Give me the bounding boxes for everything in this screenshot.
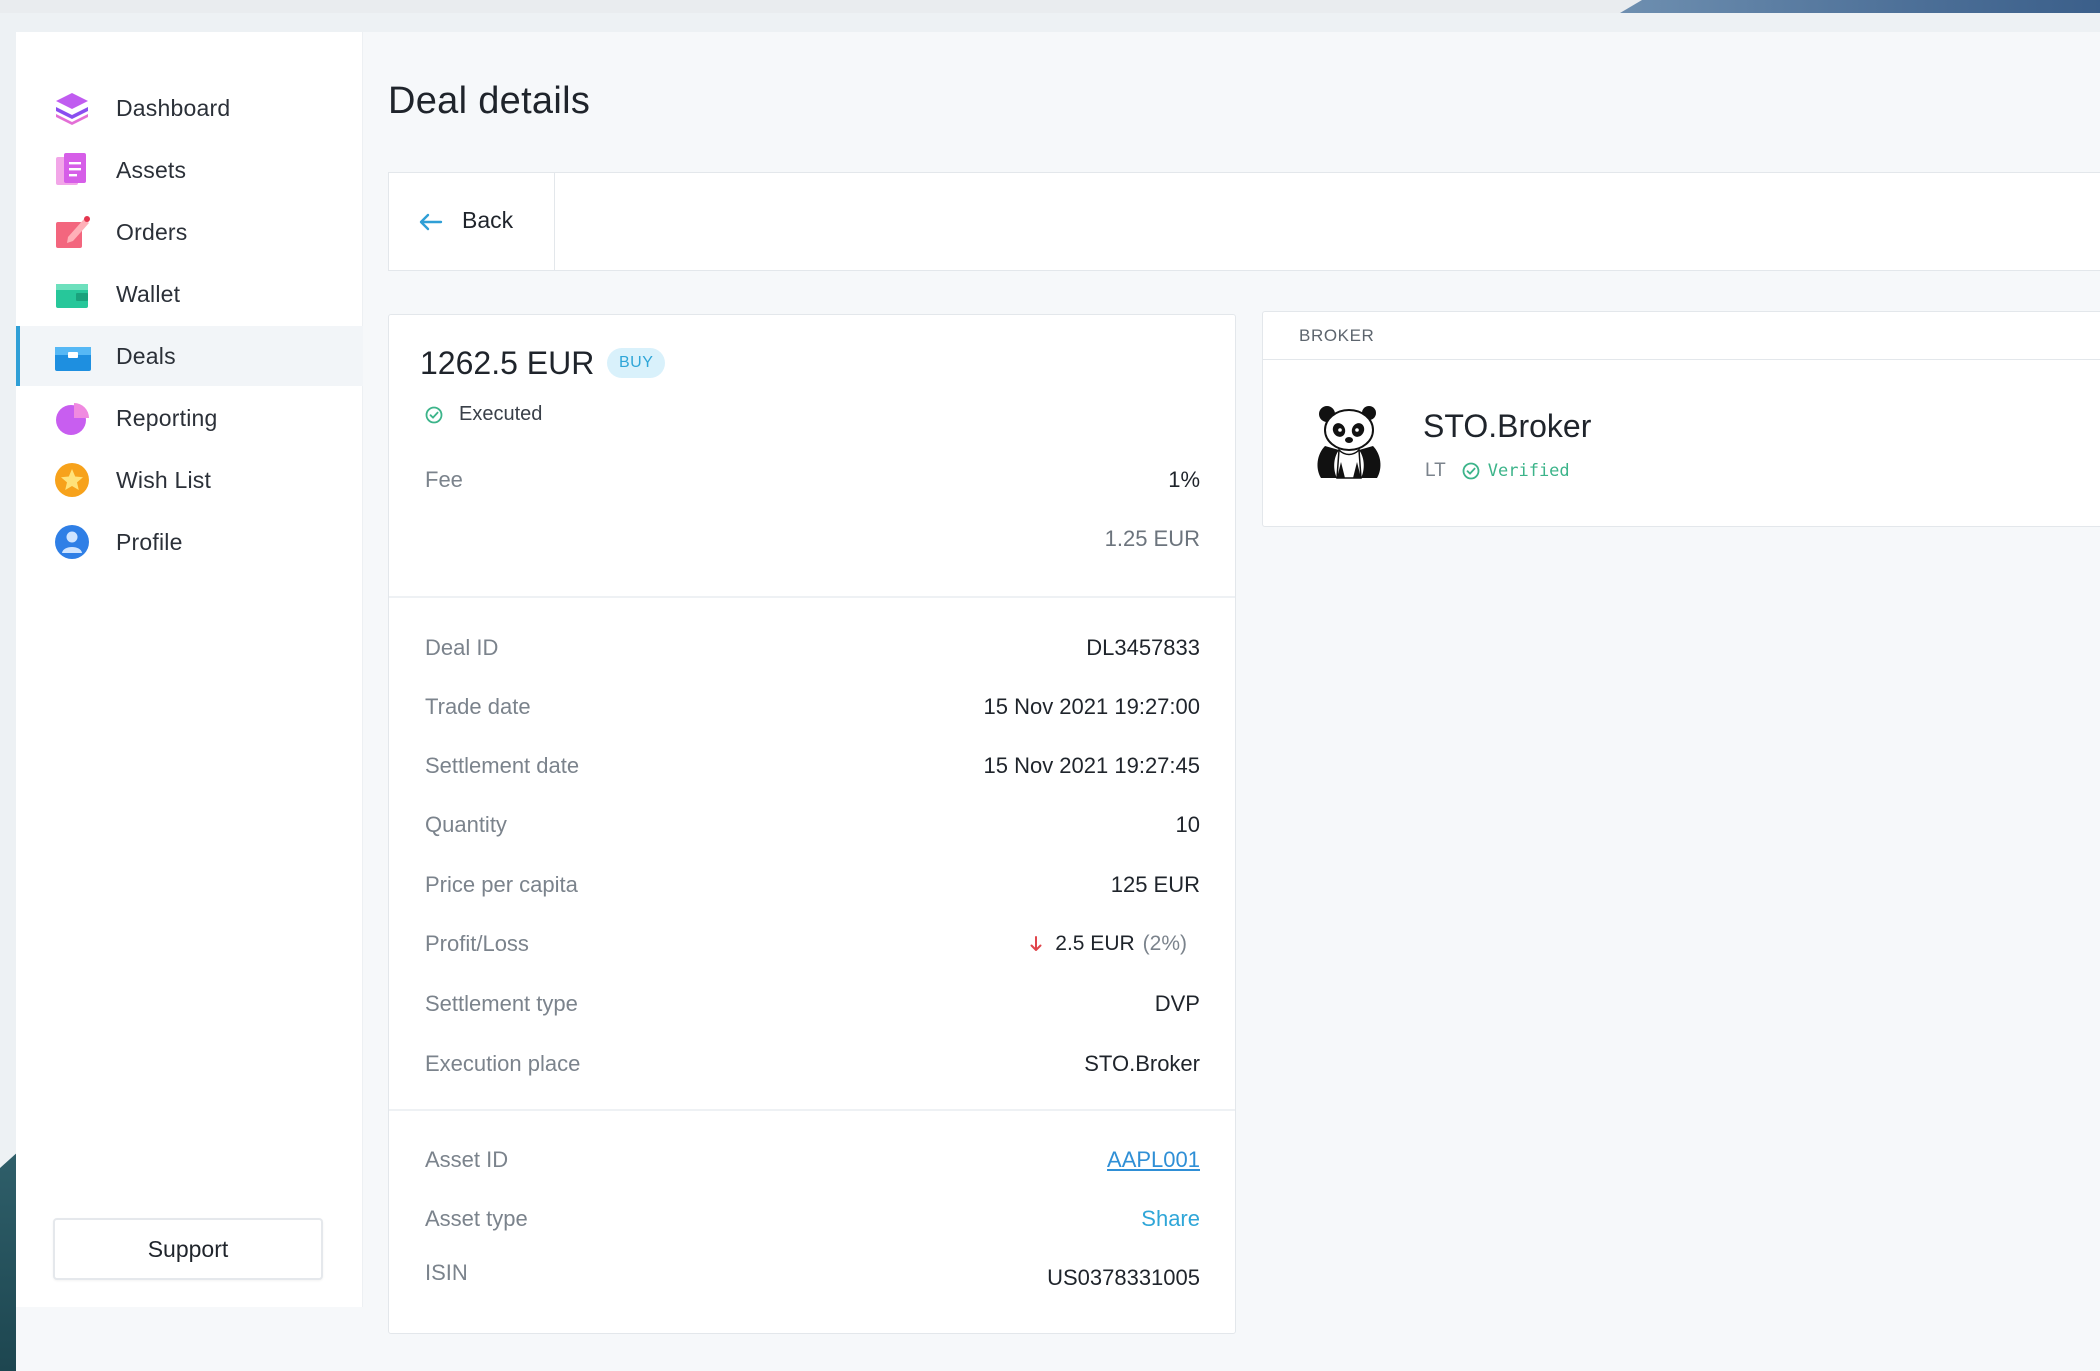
sidebar-item-label: Reporting bbox=[116, 404, 218, 431]
broker-header-label: BROKER bbox=[1299, 326, 1375, 345]
sidebar-item-label: Dashboard bbox=[116, 94, 231, 121]
sidebar-item-label: Assets bbox=[116, 156, 187, 183]
deal-card: 1262.5 EUR BUY Executed Fee 1% 1.25 EUR … bbox=[388, 314, 1236, 1334]
broker-name: STO.Broker bbox=[1423, 408, 1592, 444]
sidebar-item-profile[interactable]: Profile bbox=[16, 512, 363, 572]
fee-amount: 1.25 EUR bbox=[1104, 526, 1200, 551]
asset-type-value: Share bbox=[1141, 1206, 1200, 1231]
check-circle-icon bbox=[425, 406, 443, 423]
side-badge: BUY bbox=[607, 348, 666, 378]
status-text: Executed bbox=[459, 403, 543, 425]
asset-id-link[interactable]: AAPL001 bbox=[1107, 1147, 1200, 1173]
sidebar-item-label: Profile bbox=[116, 528, 183, 555]
layers-icon bbox=[56, 93, 88, 125]
settlement-date-label: Settlement date bbox=[425, 753, 580, 778]
quantity-label: Quantity bbox=[425, 812, 507, 837]
sidebar: Dashboard Assets Orders Wallet Deals Rep… bbox=[16, 32, 363, 1307]
sidebar-item-label: Orders bbox=[116, 218, 188, 245]
sidebar-item-wallet[interactable]: Wallet bbox=[16, 264, 363, 324]
sidebar-item-orders[interactable]: Orders bbox=[16, 202, 363, 262]
execution-place-value: STO.Broker bbox=[1084, 1051, 1200, 1076]
support-button[interactable]: Support bbox=[53, 1218, 323, 1280]
isin-value: US0378331005 bbox=[1047, 1265, 1200, 1290]
deal-status: Executed bbox=[425, 403, 542, 426]
settlement-date-value: 15 Nov 2021 19:27:45 bbox=[983, 753, 1200, 778]
wallet-icon bbox=[56, 284, 88, 308]
isin-label: ISIN bbox=[425, 1260, 468, 1285]
sidebar-item-label: Wish List bbox=[116, 466, 212, 493]
back-label: Back bbox=[462, 207, 514, 233]
sidebar-item-deals[interactable]: Deals bbox=[16, 326, 363, 386]
pie-chart-icon bbox=[56, 403, 89, 435]
trade-date-value: 15 Nov 2021 19:27:00 bbox=[983, 694, 1200, 719]
price-per-capita-label: Price per capita bbox=[425, 872, 578, 897]
divider bbox=[389, 596, 1235, 598]
asset-id-label: Asset ID bbox=[425, 1147, 509, 1172]
profit-loss-value: 2.5 EUR (2%) bbox=[1029, 932, 1187, 956]
broker-country: LT bbox=[1425, 460, 1446, 481]
toolbar: Back bbox=[388, 172, 2100, 271]
sidebar-item-assets[interactable]: Assets bbox=[16, 140, 363, 200]
profit-loss-percent: (2%) bbox=[1142, 932, 1187, 955]
profit-loss-amount: 2.5 EUR bbox=[1055, 932, 1135, 955]
deal-amount: 1262.5 EUR bbox=[420, 345, 595, 381]
execution-place-label: Execution place bbox=[425, 1051, 581, 1076]
panda-logo bbox=[1317, 406, 1381, 479]
asset-type-label: Asset type bbox=[425, 1206, 528, 1231]
price-per-capita-value: 125 EUR bbox=[1110, 872, 1200, 897]
deal-id-label: Deal ID bbox=[425, 635, 499, 660]
edit-note-icon bbox=[56, 216, 90, 248]
settlement-type-label: Settlement type bbox=[425, 991, 578, 1016]
sidebar-item-label: Wallet bbox=[116, 280, 181, 307]
sidebar-item-wish-list[interactable]: Wish List bbox=[16, 450, 363, 510]
user-icon bbox=[55, 525, 89, 559]
back-button[interactable]: Back bbox=[389, 173, 555, 270]
briefcase-icon bbox=[55, 347, 91, 371]
broker-meta: LT Verified bbox=[1425, 460, 1570, 482]
fee-percent: 1% bbox=[1168, 467, 1200, 492]
broker-card-header: BROKER bbox=[1263, 312, 2100, 360]
trade-date-label: Trade date bbox=[425, 694, 531, 719]
decorative-accent-top bbox=[1620, 0, 2100, 13]
verified-label: Verified bbox=[1487, 461, 1570, 481]
app-window: Dashboard Assets Orders Wallet Deals Rep… bbox=[16, 32, 2100, 1371]
sidebar-item-dashboard[interactable]: Dashboard bbox=[16, 78, 363, 138]
arrow-down-icon bbox=[1030, 936, 1042, 951]
settlement-type-value: DVP bbox=[1154, 991, 1200, 1016]
broker-card: BROKER STO.Broker LT Verified bbox=[1262, 311, 2100, 527]
sidebar-item-label: Deals bbox=[116, 342, 176, 369]
page-title: Deal details bbox=[388, 80, 591, 122]
quantity-value: 10 bbox=[1175, 812, 1200, 837]
divider bbox=[389, 1109, 1235, 1111]
fee-label: Fee bbox=[425, 467, 463, 492]
arrow-left-icon bbox=[419, 213, 443, 231]
profit-loss-label: Profit/Loss bbox=[425, 931, 529, 956]
deal-id-value: DL3457833 bbox=[1086, 635, 1200, 660]
star-icon bbox=[55, 463, 89, 497]
sidebar-item-reporting[interactable]: Reporting bbox=[16, 388, 363, 448]
document-icon bbox=[56, 153, 86, 185]
check-circle-icon bbox=[1462, 462, 1480, 480]
